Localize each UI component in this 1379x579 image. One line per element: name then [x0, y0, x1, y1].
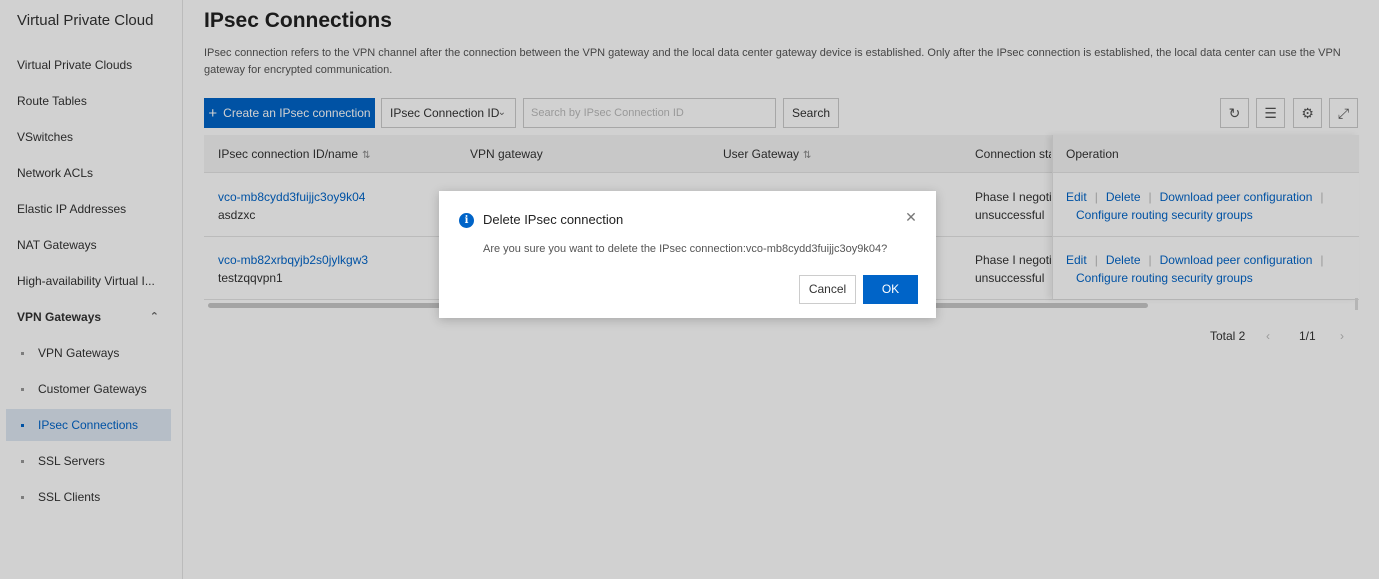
- info-icon: i: [459, 213, 474, 228]
- close-icon[interactable]: ✕: [903, 209, 919, 225]
- dialog-title: Delete IPsec connection: [483, 212, 624, 227]
- ok-button[interactable]: OK: [863, 275, 918, 304]
- cancel-button[interactable]: Cancel: [799, 275, 856, 304]
- dialog-message: Are you sure you want to delete the IPse…: [483, 243, 888, 255]
- delete-confirm-dialog: i Delete IPsec connection ✕ Are you sure…: [439, 191, 936, 318]
